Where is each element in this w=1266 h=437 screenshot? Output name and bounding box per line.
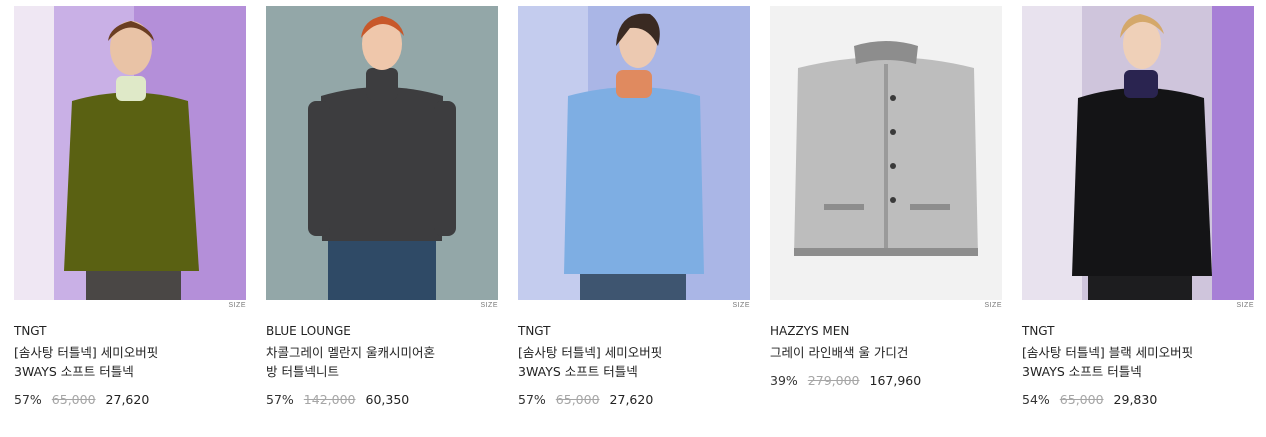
sale-price: 167,960	[869, 373, 922, 388]
price-row: 57% 65,000 27,620	[518, 392, 653, 407]
product-name-line: 차콜그레이 멜란지 울캐시미어혼	[266, 345, 435, 360]
original-price: 65,000	[1059, 392, 1104, 407]
brand-name[interactable]: TNGT	[518, 324, 551, 338]
product-name[interactable]: [솜사탕 터틀넥] 블랙 세미오버핏 3WAYS 소프트 터틀넥	[1022, 343, 1254, 381]
price-row: 39% 279,000 167,960	[770, 373, 921, 388]
size-label[interactable]: SIZE	[480, 302, 498, 309]
discount-rate: 57%	[266, 392, 294, 407]
product-name-line: [솜사탕 터틀넥] 세미오버핏	[14, 345, 159, 360]
product-grid: SIZE TNGT [솜사탕 터틀넥] 세미오버핏 3WAYS 소프트 터틀넥 …	[0, 0, 1266, 437]
sale-price: 29,830	[1113, 392, 1158, 407]
brand-name[interactable]: TNGT	[1022, 324, 1055, 338]
original-price: 142,000	[303, 392, 356, 407]
product-card[interactable]: SIZE BLUE LOUNGE 차콜그레이 멜란지 울캐시미어혼 방 터틀넥니…	[266, 6, 498, 407]
discount-rate: 54%	[1022, 392, 1050, 407]
product-image[interactable]	[266, 6, 498, 300]
product-name-line: 그레이 라인배색 울 가디건	[770, 345, 909, 360]
product-image[interactable]	[1022, 6, 1254, 300]
product-image[interactable]	[518, 6, 750, 300]
product-name-line: 3WAYS 소프트 터틀넥	[14, 364, 134, 379]
size-label[interactable]: SIZE	[984, 302, 1002, 309]
size-label[interactable]: SIZE	[1236, 302, 1254, 309]
sale-price: 60,350	[365, 392, 410, 407]
product-name[interactable]: [솜사탕 터틀넥] 세미오버핏 3WAYS 소프트 터틀넥	[14, 343, 246, 381]
product-name-line: 3WAYS 소프트 터틀넥	[518, 364, 638, 379]
product-name-line: 3WAYS 소프트 터틀넥	[1022, 364, 1142, 379]
product-image[interactable]	[770, 6, 1002, 300]
brand-name[interactable]: BLUE LOUNGE	[266, 324, 351, 338]
price-row: 54% 65,000 29,830	[1022, 392, 1157, 407]
product-name[interactable]: 그레이 라인배색 울 가디건	[770, 343, 1002, 362]
sale-price: 27,620	[609, 392, 654, 407]
product-name[interactable]: [솜사탕 터틀넥] 세미오버핏 3WAYS 소프트 터틀넥	[518, 343, 750, 381]
product-card[interactable]: SIZE TNGT [솜사탕 터틀넥] 블랙 세미오버핏 3WAYS 소프트 터…	[1022, 6, 1254, 407]
discount-rate: 57%	[14, 392, 42, 407]
product-image[interactable]	[14, 6, 246, 300]
price-row: 57% 65,000 27,620	[14, 392, 149, 407]
product-name-line: [솜사탕 터틀넥] 세미오버핏	[518, 345, 663, 360]
brand-name[interactable]: TNGT	[14, 324, 47, 338]
product-name-line: [솜사탕 터틀넥] 블랙 세미오버핏	[1022, 345, 1194, 360]
product-name-line: 방 터틀넥니트	[266, 364, 339, 379]
discount-rate: 57%	[518, 392, 546, 407]
size-label[interactable]: SIZE	[228, 302, 246, 309]
product-card[interactable]: SIZE HAZZYS MEN 그레이 라인배색 울 가디건 39% 279,0…	[770, 6, 1002, 388]
price-row: 57% 142,000 60,350	[266, 392, 409, 407]
original-price: 65,000	[555, 392, 600, 407]
product-name[interactable]: 차콜그레이 멜란지 울캐시미어혼 방 터틀넥니트	[266, 343, 498, 381]
product-card[interactable]: SIZE TNGT [솜사탕 터틀넥] 세미오버핏 3WAYS 소프트 터틀넥 …	[518, 6, 750, 407]
discount-rate: 39%	[770, 373, 798, 388]
sale-price: 27,620	[105, 392, 150, 407]
original-price: 279,000	[807, 373, 860, 388]
size-label[interactable]: SIZE	[732, 302, 750, 309]
brand-name[interactable]: HAZZYS MEN	[770, 324, 849, 338]
product-card[interactable]: SIZE TNGT [솜사탕 터틀넥] 세미오버핏 3WAYS 소프트 터틀넥 …	[14, 6, 246, 407]
original-price: 65,000	[51, 392, 96, 407]
